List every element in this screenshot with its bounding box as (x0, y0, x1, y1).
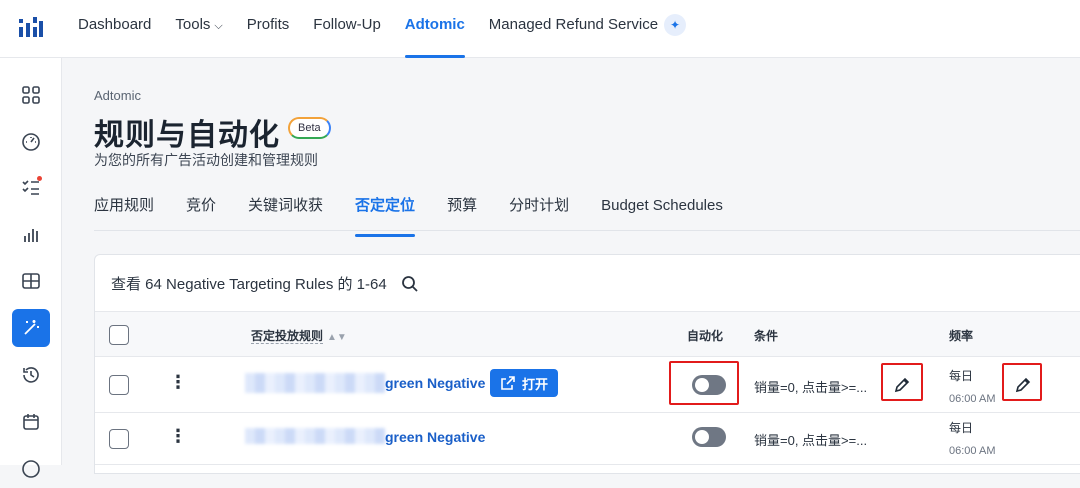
nav-dashboard[interactable]: Dashboard (78, 0, 151, 58)
rule-time: 06:00 AM (949, 445, 996, 457)
highlight-box-toggle (669, 361, 739, 405)
table-header: 否定投放规则 ▲▼ 自动化 条件 频率 (95, 311, 1080, 357)
tab-negative-targeting[interactable]: 否定定位 (355, 188, 416, 237)
tab-applied-rules[interactable]: 应用规则 (94, 188, 154, 230)
table-summary: 查看 64 Negative Targeting Rules 的 1-64 (111, 273, 419, 294)
tab-keyword-harvesting[interactable]: 关键词收获 (248, 188, 323, 230)
rule-condition: 销量=0, 点击量>=... (754, 380, 868, 395)
sidebar (0, 58, 62, 478)
checklist-icon[interactable] (12, 168, 50, 206)
table-row: ⋮ green Negative 打开 销量=0, 点击量>=... 每日 06… (95, 357, 1080, 413)
column-rule-label: 否定投放规则 (251, 329, 324, 344)
table-summary-text: 查看 64 Negative Targeting Rules 的 1-64 (111, 276, 387, 293)
bar-chart-icon[interactable] (12, 215, 50, 253)
row-checkbox[interactable] (109, 375, 129, 395)
rule-time: 06:00 AM (949, 393, 996, 405)
column-header-rule[interactable]: 否定投放规则 ▲▼ (251, 327, 347, 344)
nav-follow-up-label: Follow-Up (313, 16, 381, 33)
tab-budget[interactable]: 预算 (447, 188, 477, 230)
tab-budget-schedules[interactable]: Budget Schedules (601, 188, 723, 230)
highlight-box-edit-frequency (1002, 363, 1042, 401)
rule-name-link[interactable]: green Negative (385, 429, 485, 445)
tab-dayparting[interactable]: 分时计划 (509, 188, 569, 230)
more-icon[interactable] (12, 450, 50, 488)
select-all-checkbox[interactable] (109, 325, 129, 345)
chevron-down-icon: ⌵ (214, 20, 223, 32)
external-link-icon (501, 376, 515, 390)
breadcrumb[interactable]: Adtomic (94, 88, 141, 103)
redacted-rule-name (245, 373, 385, 393)
nav-managed-refund-service[interactable]: Managed Refund Service ✦ (488, 0, 687, 58)
nav-adtomic-label: Adtomic (404, 16, 465, 33)
column-header-frequency: 频率 (949, 329, 974, 343)
kebab-menu-icon[interactable]: ⋮ (169, 426, 187, 447)
sort-icon[interactable]: ▲▼ (327, 332, 347, 343)
kebab-menu-icon[interactable]: ⋮ (169, 372, 187, 393)
open-button-label: 打开 (522, 376, 549, 392)
notification-dot (37, 176, 42, 181)
history-icon[interactable] (12, 356, 50, 394)
page-subtitle: 为您的所有广告活动创建和管理规则 (94, 152, 318, 168)
magic-wand-icon[interactable] (12, 309, 50, 347)
rule-condition: 销量=0, 点击量>=... (754, 433, 868, 448)
open-button[interactable]: 打开 (490, 369, 559, 397)
grid-icon[interactable] (12, 76, 50, 114)
main-nav: Dashboard Tools ⌵ Profits Follow-Up Adtom… (78, 0, 710, 58)
column-header-condition: 条件 (754, 329, 779, 343)
page-title: 规则与自动化 (94, 119, 280, 152)
row-checkbox[interactable] (109, 429, 129, 449)
calendar-icon[interactable] (12, 403, 50, 441)
rule-tabs: 应用规则 竞价 关键词收获 否定定位 预算 分时计划 Budget Schedu… (94, 188, 1080, 237)
nav-profits[interactable]: Profits (247, 0, 290, 58)
nav-dashboard-label: Dashboard (78, 16, 152, 33)
search-icon[interactable] (401, 275, 419, 293)
rules-table-card: 查看 64 Negative Targeting Rules 的 1-64 否定… (94, 254, 1080, 474)
rule-name-link[interactable]: green Negative (385, 375, 485, 391)
top-navigation-bar: Dashboard Tools ⌵ Profits Follow-Up Adtom… (0, 0, 1080, 58)
rule-frequency: 每日 (949, 369, 974, 383)
gauge-icon[interactable] (12, 123, 50, 161)
table-row: ⋮ green Negative 销量=0, 点击量>=... 每日 06:00… (95, 413, 1080, 465)
automation-toggle[interactable] (692, 427, 726, 447)
app-logo-icon[interactable] (18, 15, 44, 39)
tab-bidding[interactable]: 竞价 (186, 188, 216, 230)
redacted-rule-name (245, 428, 385, 444)
nav-follow-up[interactable]: Follow-Up (313, 0, 381, 58)
nav-managed-refund-label: Managed Refund Service (488, 16, 659, 33)
nav-tools[interactable]: Tools ⌵ (175, 0, 222, 58)
column-header-automation: 自动化 (687, 329, 724, 343)
nav-profits-label: Profits (246, 16, 290, 33)
highlight-box-edit-condition (881, 363, 923, 401)
beta-badge: Beta (288, 117, 331, 139)
nav-adtomic[interactable]: Adtomic (404, 0, 465, 58)
nav-tools-label: Tools (175, 16, 211, 33)
rule-frequency: 每日 (949, 421, 974, 435)
table-icon[interactable] (12, 262, 50, 300)
sparkle-icon: ✦ (664, 14, 687, 37)
